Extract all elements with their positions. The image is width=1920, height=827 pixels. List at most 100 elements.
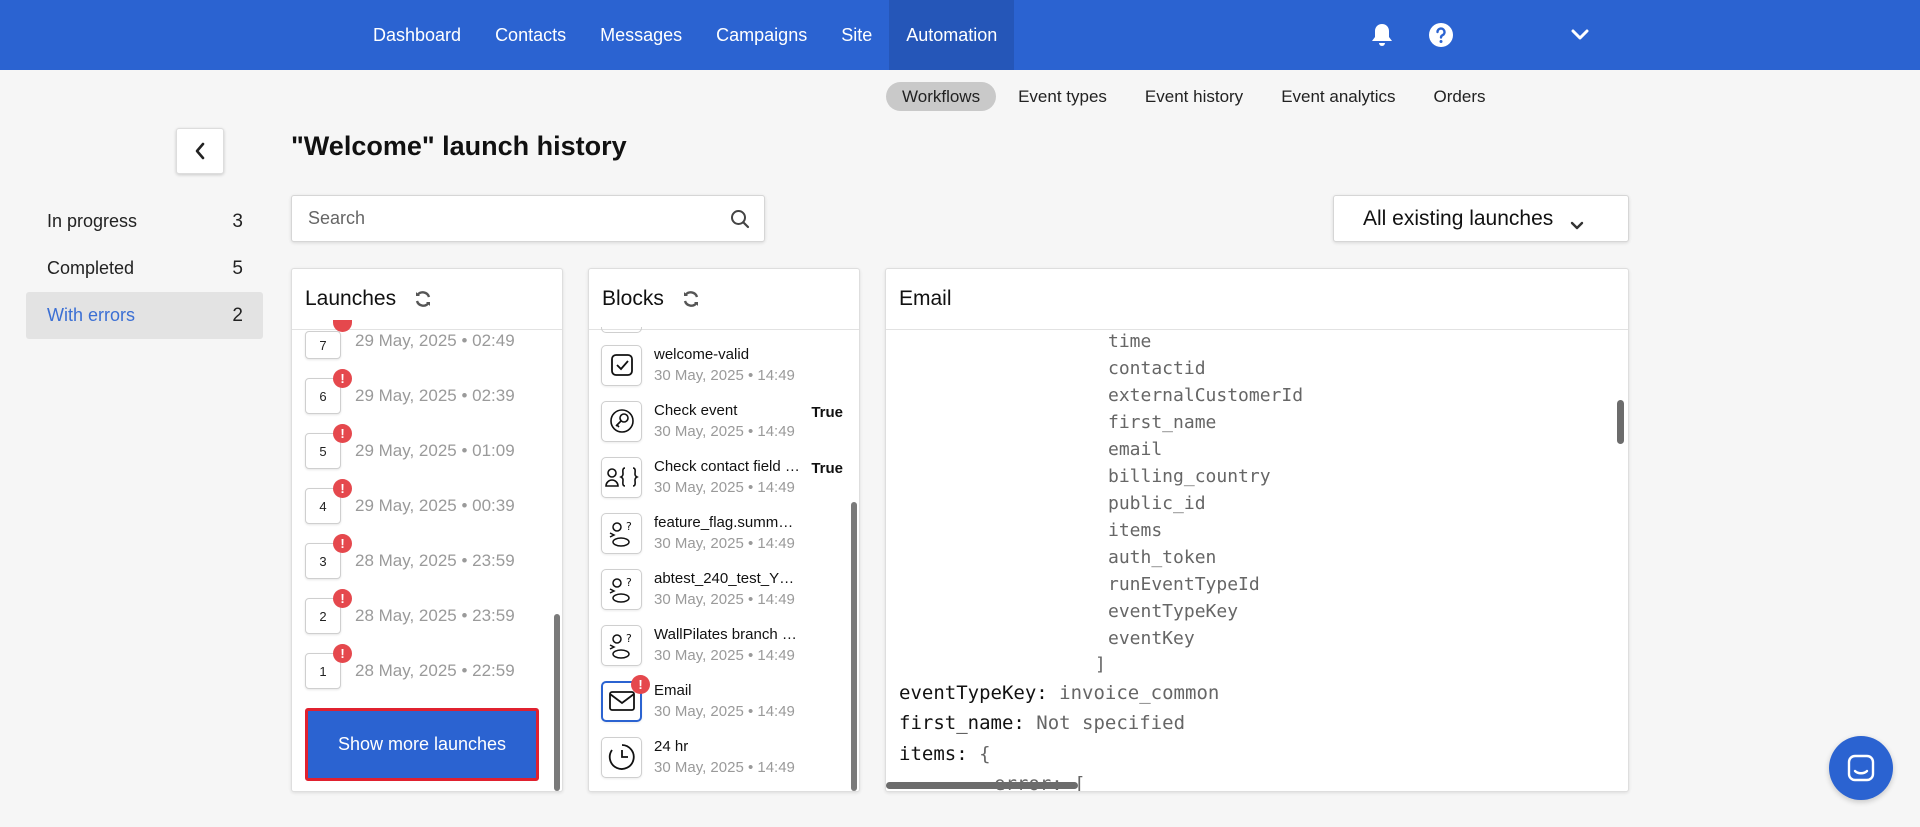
launches-panel: Launches 7 29 May, 2025 • 02:49 6 ! 29 M… — [291, 268, 563, 792]
nav-messages[interactable]: Messages — [583, 0, 699, 70]
block-row[interactable]: ? abtest_240_test_YG_Sum… 30 May, 2025 •… — [601, 563, 843, 615]
blocks-panel: Blocks welcome-valid 30 May, 2025 • 14:4… — [588, 268, 860, 792]
back-button[interactable] — [176, 128, 224, 174]
block-row[interactable]: 24 hr 30 May, 2025 • 14:49 — [601, 731, 843, 783]
filter-count: 3 — [232, 210, 243, 232]
filter-count: 5 — [232, 257, 243, 279]
tab-event-analytics[interactable]: Event analytics — [1265, 82, 1411, 111]
launch-number: 2 ! — [305, 589, 352, 634]
svg-text:?: ? — [626, 632, 632, 645]
refresh-icon[interactable] — [682, 290, 700, 308]
json-field: eventTypeKey — [1108, 601, 1239, 622]
refresh-icon[interactable] — [414, 290, 432, 308]
email-vertical-scrollbar[interactable] — [1617, 400, 1624, 444]
filter-label: In progress — [47, 211, 138, 231]
show-more-launches-button[interactable]: Show more launches — [305, 708, 539, 781]
block-date: 30 May, 2025 • 14:49 — [654, 367, 795, 384]
block-name: Email — [654, 682, 692, 699]
chat-icon — [1847, 754, 1875, 782]
json-key: eventTypeKey: — [899, 682, 1048, 704]
filter-label: Completed — [47, 258, 135, 278]
search-input[interactable] — [292, 196, 712, 241]
block-row[interactable]: Check contact field … 30 May, 2025 • 14:… — [601, 451, 843, 503]
json-key: items: — [899, 743, 968, 765]
filter-completed[interactable]: Completed 5 — [26, 245, 263, 292]
launch-date: 29 May, 2025 • 00:39 — [355, 496, 515, 515]
blocks-header: Blocks — [589, 269, 859, 330]
block-row[interactable]: ? feature_flag.summer_bod… 30 May, 2025 … — [601, 507, 843, 559]
email-panel: Email time contactid externalCustomerId … — [885, 268, 1629, 792]
launch-row-6[interactable]: 6 ! 29 May, 2025 • 02:39 — [305, 369, 515, 416]
error-badge-icon: ! — [333, 479, 352, 498]
launch-row-4[interactable]: 4 ! 29 May, 2025 • 00:39 — [305, 479, 515, 526]
blocks-title: Blocks — [602, 287, 664, 310]
nav-campaigns[interactable]: Campaigns — [699, 0, 824, 70]
error-badge-icon: ! — [333, 369, 352, 388]
error-badge-icon: ! — [333, 424, 352, 443]
nav-contacts[interactable]: Contacts — [478, 0, 583, 70]
block-text: abtest_240_test_YG_Sum… 30 May, 2025 • 1… — [654, 570, 800, 608]
json-field: public_id — [1108, 493, 1206, 514]
json-field: first_name — [1108, 412, 1217, 433]
json-kv: eventTypeKey: invoice_common — [899, 680, 1219, 707]
launch-row-3[interactable]: 3 ! 28 May, 2025 • 23:59 — [305, 534, 515, 581]
launch-row-2[interactable]: 2 ! 28 May, 2025 • 23:59 — [305, 589, 515, 636]
block-name: feature_flag.summer_bod… — [654, 514, 800, 531]
block-row[interactable]: welcome-valid 30 May, 2025 • 14:49 — [601, 339, 843, 391]
search-box — [291, 195, 765, 242]
launches-scrollbar[interactable] — [554, 614, 560, 791]
block-name: welcome-valid — [654, 346, 750, 363]
block-text: welcome-valid 30 May, 2025 • 14:49 — [654, 346, 800, 384]
block-row[interactable]: ? WallPilates branch users 30 May, 2025 … — [601, 619, 843, 671]
filter-with-errors[interactable]: With errors 2 — [26, 292, 263, 339]
filter-in-progress[interactable]: In progress 3 — [26, 198, 263, 245]
launch-row-5[interactable]: 5 ! 29 May, 2025 • 01:09 — [305, 424, 515, 471]
launch-date: 28 May, 2025 • 22:59 — [355, 661, 515, 680]
chevron-down-icon — [1570, 213, 1584, 237]
nav-dashboard[interactable]: Dashboard — [356, 0, 478, 70]
tab-event-history[interactable]: Event history — [1129, 82, 1259, 111]
split-users-icon: ? — [601, 624, 642, 666]
error-badge-icon: ! — [333, 534, 352, 553]
nav-automation[interactable]: Automation — [889, 0, 1015, 70]
block-date: 30 May, 2025 • 14:49 — [654, 647, 795, 664]
account-chevron-down-icon[interactable] — [1565, 20, 1595, 50]
launch-row-7[interactable]: 7 29 May, 2025 • 02:49 — [305, 320, 515, 361]
tab-workflows[interactable]: Workflows — [886, 82, 997, 111]
block-row-selected[interactable]: ! Email 30 May, 2025 • 14:49 — [601, 674, 843, 727]
block-date: 30 May, 2025 • 14:49 — [654, 479, 795, 496]
json-field: billing_country — [1108, 466, 1271, 487]
sub-nav: Workflows Event types Event history Even… — [886, 82, 1502, 111]
bell-icon[interactable] — [1367, 20, 1397, 50]
block-text: 24 hr 30 May, 2025 • 14:49 — [654, 738, 800, 776]
block-row[interactable]: Check event 30 May, 2025 • 14:49 True — [601, 395, 843, 447]
block-date: 30 May, 2025 • 14:49 — [654, 759, 795, 776]
filter-count: 2 — [232, 304, 243, 326]
block-name: Check contact field … — [654, 458, 800, 475]
nav-site[interactable]: Site — [824, 0, 889, 70]
launch-date: 29 May, 2025 • 02:39 — [355, 386, 515, 405]
split-users-icon: ? — [601, 568, 642, 610]
block-name: 24 hr — [654, 738, 689, 755]
chat-launcher-button[interactable] — [1829, 736, 1893, 800]
launch-date: 29 May, 2025 • 01:09 — [355, 441, 515, 460]
tab-event-types[interactable]: Event types — [1002, 82, 1123, 111]
block-date: 30 May, 2025 • 14:49 — [654, 703, 795, 720]
json-field: contactid — [1108, 358, 1206, 379]
error-badge-icon: ! — [333, 589, 352, 608]
search-icon[interactable] — [730, 209, 750, 234]
page-title: "Welcome" launch history — [291, 131, 627, 161]
email-title: Email — [899, 287, 952, 310]
launch-filter-select[interactable]: All existing launches — [1333, 195, 1629, 242]
email-horizontal-scrollbar[interactable] — [886, 782, 1078, 789]
block-text: feature_flag.summer_bod… 30 May, 2025 • … — [654, 514, 800, 552]
blocks-scrollbar[interactable] — [851, 502, 857, 791]
launch-number: 4 ! — [305, 479, 352, 524]
block-text: Check contact field … 30 May, 2025 • 14:… — [654, 458, 800, 496]
error-badge-icon — [333, 320, 352, 332]
tab-orders[interactable]: Orders — [1418, 82, 1502, 111]
launch-filter-value: All existing launches — [1363, 206, 1554, 230]
block-date: 30 May, 2025 • 14:49 — [654, 535, 795, 552]
help-icon[interactable] — [1426, 20, 1456, 50]
launch-row-1[interactable]: 1 ! 28 May, 2025 • 22:59 — [305, 644, 515, 691]
